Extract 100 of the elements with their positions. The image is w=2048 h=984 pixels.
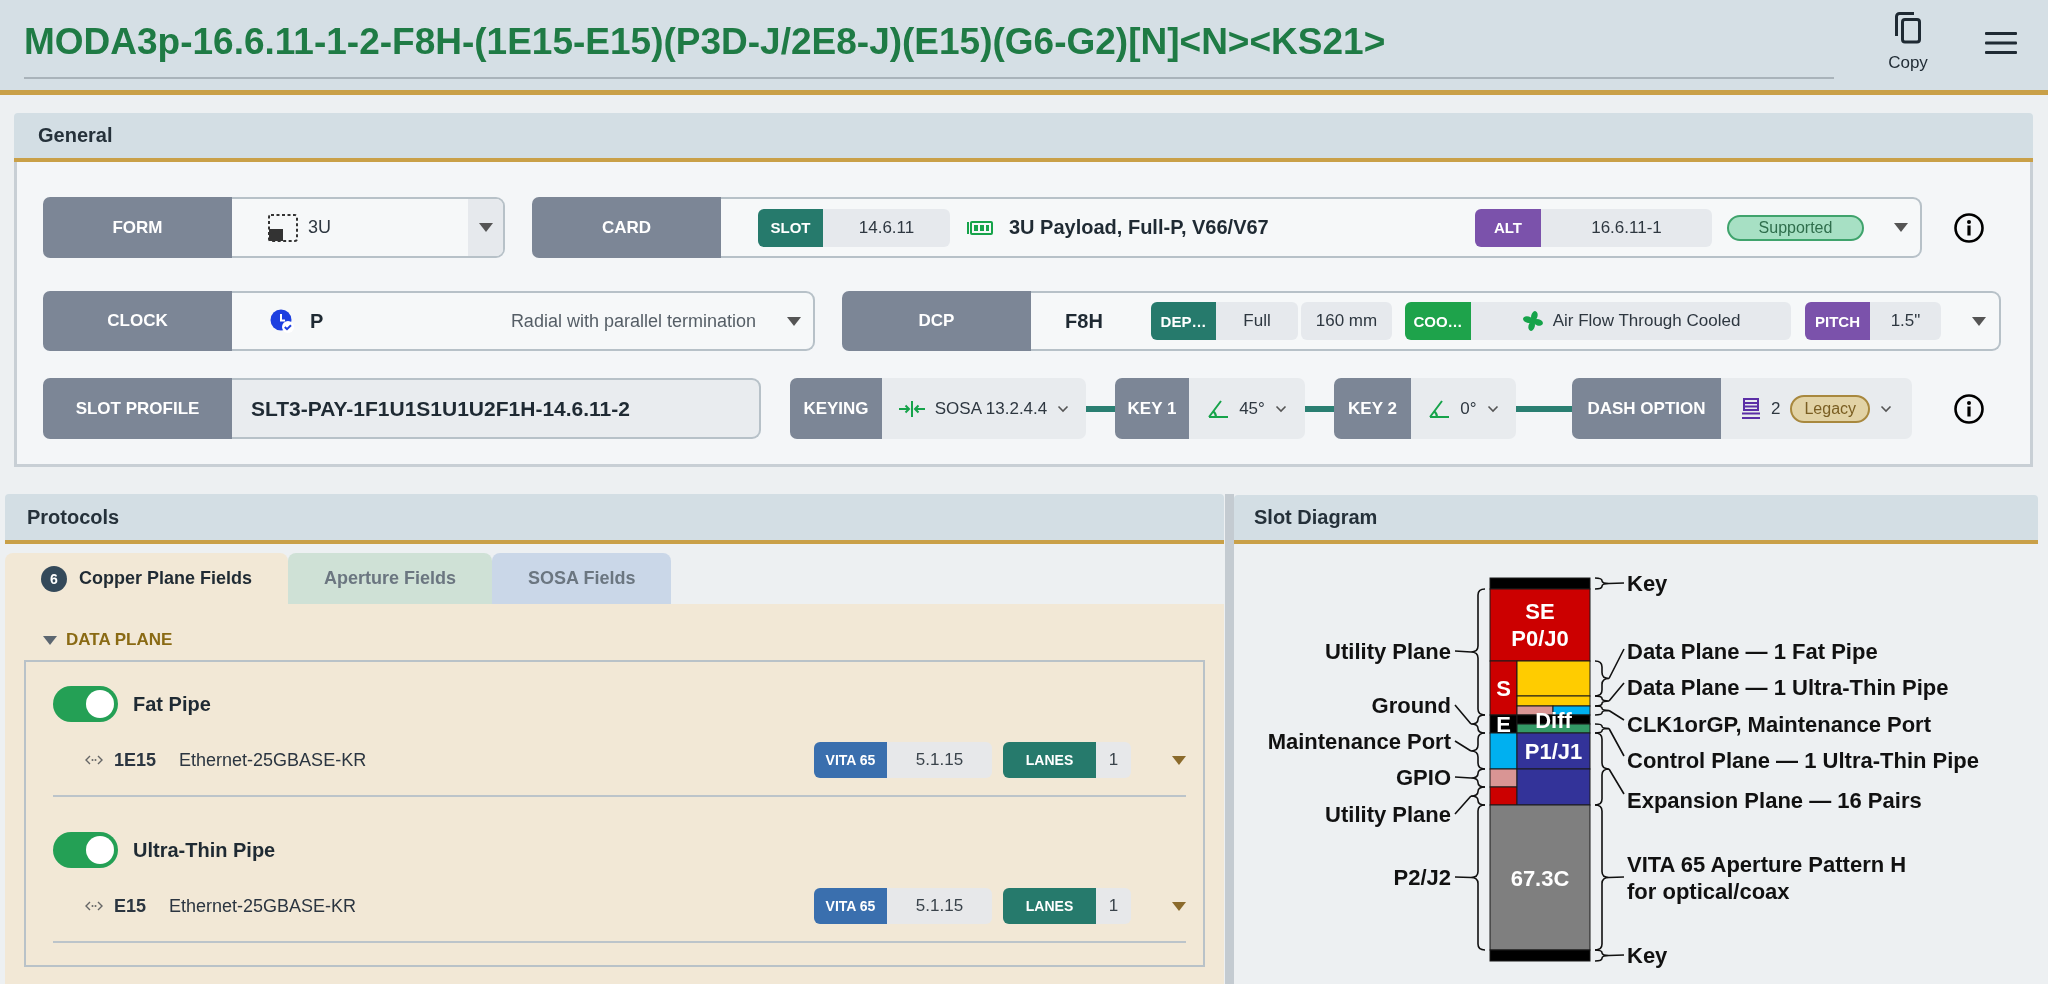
block-label: E <box>1496 711 1511 737</box>
copy-button[interactable]: Copy <box>1876 11 1940 73</box>
pitch-tag: PITCH <box>1805 302 1870 340</box>
copy-icon <box>1894 11 1922 44</box>
lanes-value: 1 <box>1096 742 1131 778</box>
clock-icon <box>270 309 294 333</box>
keying-select[interactable]: 2 Legacy <box>1721 378 1912 439</box>
caret-icon[interactable] <box>1894 223 1908 232</box>
diagram-label: VITA 65 Aperture Pattern H for optical/coax <box>1627 851 1907 904</box>
block-label: P1/J1 <box>1524 738 1583 764</box>
form-select[interactable]: 3U <box>232 197 505 258</box>
card-select[interactable]: SLOT 14.6.11 3U Payload, Full-P, V66/V67 ALT 16.6.11-1 Supported <box>721 197 1922 258</box>
diagram-label: GPIO <box>1396 764 1451 790</box>
alt-tag: ALT <box>1475 208 1541 247</box>
arrows-inward-icon <box>898 400 925 417</box>
toggle-switch[interactable] <box>53 832 118 868</box>
diagram-label: Ground <box>1371 692 1451 718</box>
chevron-icon[interactable] <box>1486 404 1499 413</box>
block-label: SE P0/J0 <box>1511 598 1569 651</box>
brackets-icon <box>85 755 103 765</box>
chevron-icon[interactable] <box>1057 404 1070 413</box>
clock-select[interactable]: P Radial with parallel termination <box>232 291 815 351</box>
field-label: FORM <box>43 197 232 258</box>
select-value: 0° <box>1460 398 1477 419</box>
caret-icon[interactable] <box>1172 755 1186 765</box>
standard-value: 5.1.15 <box>887 888 992 924</box>
diagram-label: CLK1orGP, Maintenance Port <box>1627 711 1931 737</box>
diagram-label: Utility Plane <box>1325 638 1451 664</box>
protocol-name: Ethernet-25GBASE-KR <box>169 895 357 917</box>
page-title: MODA3p-16.6.11-1-2-F8H-(1E15-E15)(P3D-J/2E8-J)(E15)(G6-G2)[N]<N><KS21> <box>24 20 1386 63</box>
section-header: Slot Diagram <box>1234 495 2038 544</box>
depth-size: 160 mm <box>1301 302 1392 340</box>
field-label: KEY 1 <box>1115 378 1189 439</box>
diagram-label: Utility Plane <box>1325 801 1451 827</box>
card-name: 3U Payload, Full-P, V66/V67 <box>1009 216 1269 239</box>
standard-tag: VITA 65 <box>814 888 887 924</box>
caret-icon[interactable] <box>1972 316 1986 326</box>
slot-tag: SLOT <box>758 208 823 247</box>
caret-icon[interactable] <box>43 635 57 645</box>
select-value: 2 <box>1770 398 1781 419</box>
field-label: CLOCK <box>43 291 232 351</box>
stack-icon <box>1740 397 1761 420</box>
diagram-label: Control Plane — 1 Ultra-Thin Pipe <box>1627 747 1980 773</box>
field-name: Fat Pipe <box>133 692 211 716</box>
menu-icon[interactable] <box>1985 32 2017 54</box>
tab-count: 6 <box>41 565 67 592</box>
slot-profile-field: SLT3-PAY-1F1U1S1U1U2F1H-14.6.11-2 <box>232 378 761 439</box>
info-icon[interactable] <box>1954 393 1984 424</box>
caret-icon[interactable] <box>1172 901 1186 911</box>
field-label: DCP <box>842 291 1031 351</box>
toggle-switch[interactable] <box>53 686 118 722</box>
caret-icon[interactable] <box>787 316 801 326</box>
pitch-value: 1.5" <box>1870 302 1941 340</box>
field-code: 1E15 <box>114 749 157 771</box>
dcp-value: F8H <box>1064 309 1104 333</box>
depth-tag: DEP… <box>1151 302 1216 340</box>
diagram-label: Key <box>1627 942 1668 968</box>
dashed-square-icon <box>268 213 298 242</box>
lanes-value: 1 <box>1096 888 1131 924</box>
protocol-name: Ethernet-25GBASE-KR <box>179 749 367 771</box>
slot-value: 14.6.11 <box>823 208 950 247</box>
diagram-label: Data Plane — 1 Fat Pipe <box>1627 638 1878 664</box>
diagram-label: Expansion Plane — 16 Pairs <box>1627 787 1922 813</box>
block-label: 67.3C <box>1510 865 1570 890</box>
caret-icon[interactable] <box>478 223 493 232</box>
diagram-label: Maintenance Port <box>1267 728 1451 754</box>
diagram-label: Data Plane — 1 Ultra-Thin Pipe <box>1627 674 1949 700</box>
section-header: General <box>14 113 2033 162</box>
alt-value: 16.6.11-1 <box>1541 208 1712 247</box>
section-toggle[interactable]: DATA PLANE <box>24 628 173 652</box>
field-label: SLOT PROFILE <box>43 378 232 439</box>
field-label: KEY 2 <box>1334 378 1411 439</box>
circuit-board-icon <box>967 219 993 236</box>
chevron-icon[interactable] <box>1880 404 1893 413</box>
diagram-label: P2/J2 <box>1393 864 1451 890</box>
info-icon[interactable] <box>1954 212 1984 243</box>
field-code: E15 <box>114 895 147 917</box>
status-pill: Legacy <box>1790 394 1871 423</box>
dcp-select[interactable]: F8H DEP… Full 160 mm COO… Air Flow Through Cooled PITCH 1.5" <box>1031 291 2001 351</box>
diagram-label: Key <box>1627 570 1668 596</box>
fan-icon <box>1521 310 1544 332</box>
keying-select[interactable]: SOSA 13.2.4.4 <box>882 378 1086 439</box>
lanes-tag: LANES <box>1003 742 1096 778</box>
select-value: SOSA 13.2.4.4 <box>934 398 1048 419</box>
cooling-value: Air Flow Through Cooled <box>1552 311 1741 331</box>
field-label: KEYING <box>790 378 882 439</box>
standard-value: 5.1.15 <box>887 742 992 778</box>
keying-select[interactable]: 45° <box>1189 378 1305 439</box>
cooling-tag: COO… <box>1405 302 1471 340</box>
chevron-icon[interactable] <box>1274 404 1287 413</box>
select-value: 3U <box>308 217 331 238</box>
block-label: S <box>1496 675 1511 701</box>
curly-brace <box>1594 577 1625 590</box>
brackets-icon <box>85 901 103 911</box>
field-name: Ultra-Thin Pipe <box>133 838 276 862</box>
keying-select[interactable]: 0° <box>1411 378 1516 439</box>
section-header: Protocols <box>5 494 1224 544</box>
field-label: CARD <box>532 197 721 258</box>
tab[interactable]: 6 Copper Plane Fields <box>5 553 289 604</box>
angle-icon <box>1207 398 1230 419</box>
